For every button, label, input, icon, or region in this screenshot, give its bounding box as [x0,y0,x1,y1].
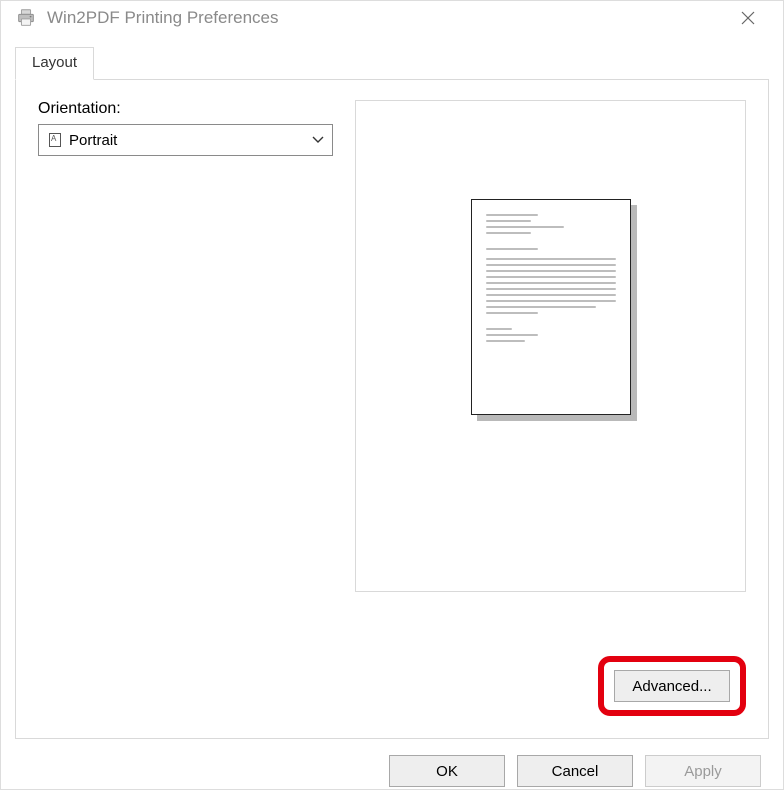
tab-panel-layout: Orientation: A Portrait [15,79,769,739]
titlebar: Win2PDF Printing Preferences [1,1,783,34]
portrait-icon: A [49,133,61,147]
advanced-row: Advanced... [38,656,746,716]
client-area: Layout Orientation: A Portrait [1,34,783,753]
apply-button[interactable]: Apply [645,755,761,787]
chevron-down-icon [312,136,324,144]
dialog-window: Win2PDF Printing Preferences Layout Orie… [0,0,784,790]
tab-label: Layout [32,54,77,71]
dialog-button-bar: OK Cancel Apply [1,753,783,789]
orientation-group: Orientation: A Portrait [38,100,333,642]
tab-strip: Layout [15,46,769,79]
ok-button[interactable]: OK [389,755,505,787]
highlight-ring: Advanced... [598,656,746,716]
page-preview-graphic [471,199,631,415]
panel-body: Orientation: A Portrait [38,100,746,642]
orientation-label: Orientation: [38,100,333,118]
page-preview [355,100,746,592]
cancel-button[interactable]: Cancel [517,755,633,787]
close-button[interactable] [725,2,771,34]
window-title: Win2PDF Printing Preferences [47,8,278,28]
orientation-combobox[interactable]: A Portrait [38,124,333,156]
orientation-value: Portrait [69,132,304,149]
printer-icon [15,7,37,29]
tab-layout[interactable]: Layout [15,47,94,80]
advanced-button[interactable]: Advanced... [614,670,730,702]
